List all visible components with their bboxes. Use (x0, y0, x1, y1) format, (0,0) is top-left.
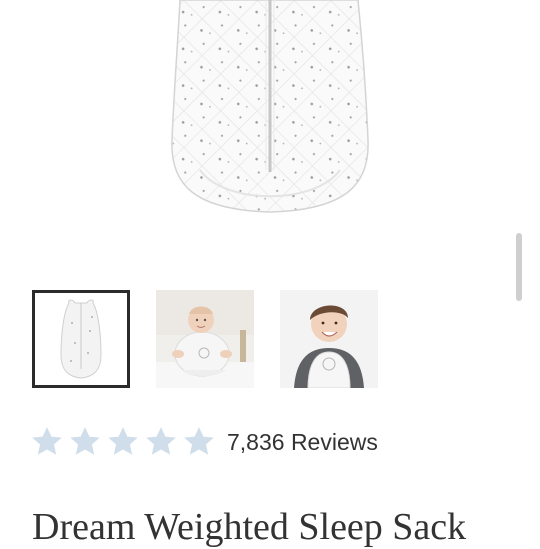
star-rating (30, 425, 220, 459)
thumbnail-toddler[interactable] (280, 290, 378, 388)
thumbnail-sleep-sack[interactable] (32, 290, 130, 388)
reviews-count-link[interactable]: 7,836 Reviews (227, 429, 378, 456)
star-icon (106, 425, 140, 459)
rating-row[interactable]: 7,836 Reviews (30, 422, 378, 462)
star-icon (30, 425, 64, 459)
thumbnail-baby-sitting[interactable] (156, 290, 254, 388)
sleep-sack-illustration (171, 0, 369, 213)
star-icon (68, 425, 102, 459)
sleep-sack-thumbnail-image (35, 293, 127, 385)
star-icon (144, 425, 178, 459)
toddler-image (280, 290, 378, 388)
thumbnail-strip (0, 290, 540, 390)
main-product-image[interactable] (0, 0, 540, 268)
baby-sitting-image (156, 290, 254, 388)
star-icon (182, 425, 216, 459)
product-title: Dream Weighted Sleep Sack (32, 506, 467, 548)
